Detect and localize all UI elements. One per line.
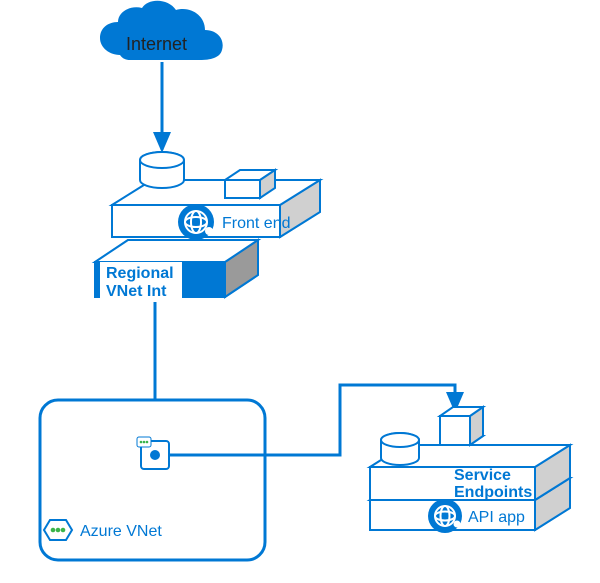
cylinder-decor-api (381, 433, 419, 465)
internet-label: Internet (126, 34, 187, 54)
cylinder-decor (140, 152, 184, 188)
azure-vnet-node: Azure VNet (40, 400, 265, 560)
architecture-diagram: Internet Front end (0, 0, 600, 583)
azure-vnet-label: Azure VNet (80, 523, 162, 540)
cube-decor-api (440, 407, 483, 445)
globe-app-icon (178, 204, 214, 240)
api-app-label: API app (468, 509, 525, 526)
vnet-int-label-2: VNet Int (106, 283, 167, 300)
vnet-endpoint (137, 437, 169, 469)
cube-decor (225, 170, 275, 198)
internet-node: Internet (100, 1, 223, 60)
service-endpoints-label-2: Endpoints (454, 484, 532, 501)
globe-app-icon (428, 499, 462, 533)
vnet-int-label-1: Regional (106, 265, 174, 282)
service-endpoints-label-1: Service (454, 467, 511, 484)
front-end-node: Front end (112, 152, 320, 240)
front-end-label: Front end (222, 215, 290, 232)
vnet-int-node: Regional VNet Int (95, 240, 258, 302)
api-app-node: Service Endpoints API app (370, 407, 570, 533)
